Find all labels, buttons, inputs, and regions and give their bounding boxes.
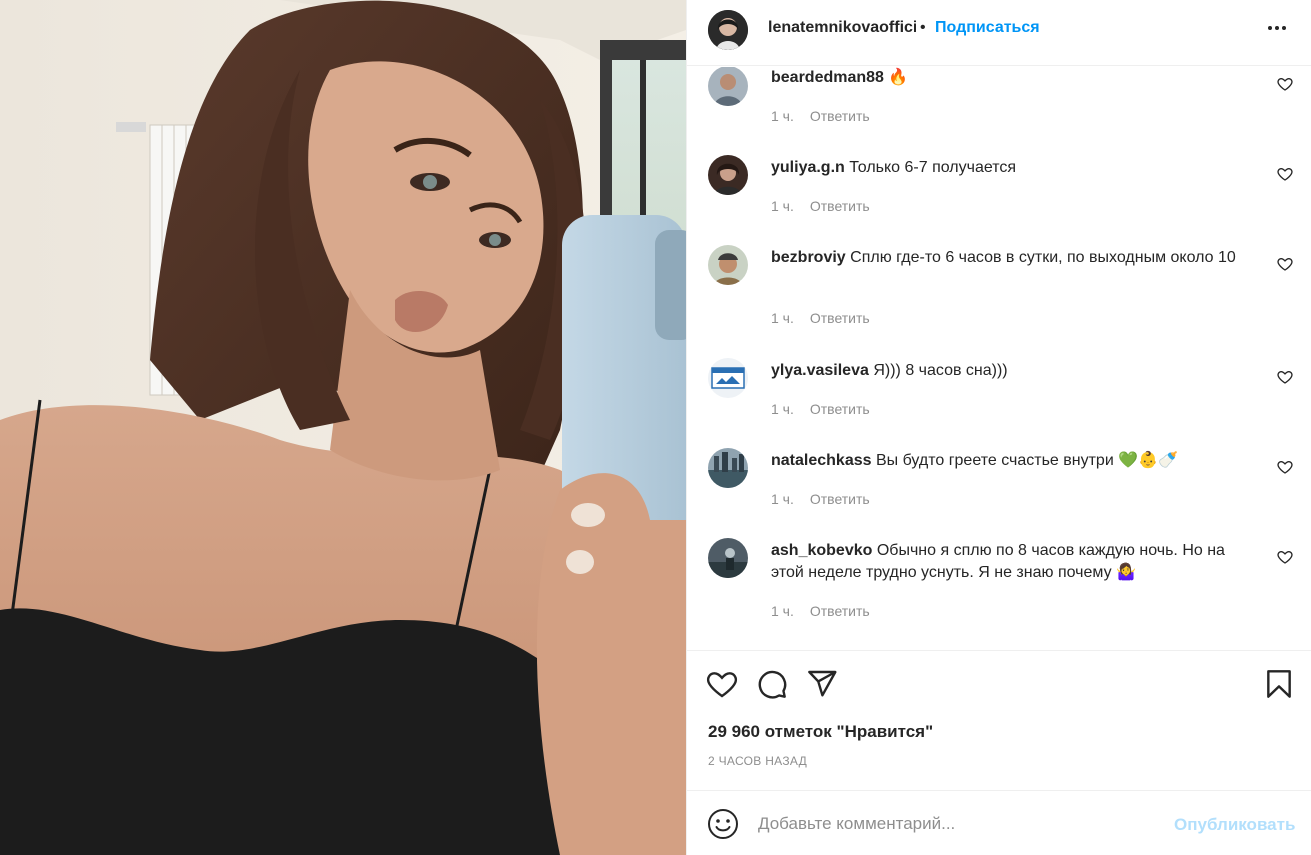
- reply-button[interactable]: Ответить: [810, 310, 870, 326]
- post-actions: 29 960 отметок "Нравится" 2 ЧАСОВ НАЗАД: [687, 650, 1311, 790]
- reply-button[interactable]: Ответить: [810, 198, 870, 214]
- comment-body: Вы будто греете счастье внутри 💚👶🍼: [875, 452, 1178, 469]
- commenter-avatar[interactable]: [708, 538, 748, 578]
- comment-username[interactable]: beardedman88: [771, 69, 884, 86]
- share-icon[interactable]: [806, 668, 838, 700]
- posted-time[interactable]: 2 ЧАСОВ НАЗАД: [708, 754, 807, 768]
- commenter-avatar[interactable]: [708, 448, 748, 488]
- reply-button[interactable]: Ответить: [810, 603, 870, 619]
- comment-like-icon[interactable]: [1277, 256, 1295, 274]
- comment-like-icon[interactable]: [1277, 549, 1295, 567]
- commenter-avatar[interactable]: [708, 155, 748, 195]
- comment-username[interactable]: ylya.vasileva: [771, 362, 869, 379]
- comment-like-icon[interactable]: [1277, 459, 1295, 477]
- comment-text: ylya.vasileva Я))) 8 часов сна))): [771, 360, 1251, 382]
- comment-text: beardedman88 🔥: [771, 67, 1251, 89]
- comment-time[interactable]: 1 ч.: [771, 491, 794, 507]
- comment-input[interactable]: [758, 811, 1158, 837]
- comment-meta: 1 ч. Ответить: [771, 401, 886, 417]
- comment-username[interactable]: bezbroviy: [771, 249, 846, 266]
- comment-username[interactable]: yuliya.g.n: [771, 159, 845, 176]
- reply-button[interactable]: Ответить: [810, 491, 870, 507]
- comment-meta: 1 ч. Ответить: [771, 603, 886, 619]
- post-button[interactable]: Опубликовать: [1174, 815, 1295, 835]
- comment-meta: 1 ч. Ответить: [771, 108, 886, 124]
- comment-time[interactable]: 1 ч.: [771, 198, 794, 214]
- comment-text: yuliya.g.n Только 6-7 получается: [771, 157, 1251, 179]
- more-options-icon[interactable]: [1263, 14, 1291, 42]
- comment-body: Только 6-7 получается: [849, 159, 1017, 176]
- comment-like-icon[interactable]: [1277, 166, 1295, 184]
- author-username[interactable]: lenatemnikovaofficial: [768, 19, 916, 37]
- comment-time[interactable]: 1 ч.: [771, 401, 794, 417]
- reply-button[interactable]: Ответить: [810, 108, 870, 124]
- separator-dot: •: [920, 19, 926, 36]
- comment-time[interactable]: 1 ч.: [771, 603, 794, 619]
- comment-text: natalechkass Вы будто греете счастье вну…: [771, 450, 1251, 472]
- comment-composer: Опубликовать: [687, 790, 1311, 855]
- author-avatar[interactable]: [708, 10, 748, 50]
- heart-icon[interactable]: [706, 668, 738, 700]
- post-header: lenatemnikovaofficial • Подписаться: [687, 0, 1311, 66]
- post-details-panel: lenatemnikovaofficial • Подписаться bear…: [686, 0, 1311, 855]
- comment-username[interactable]: natalechkass: [771, 452, 872, 469]
- comment-meta: 1 ч. Ответить: [771, 491, 886, 507]
- commenter-avatar[interactable]: [708, 67, 748, 106]
- comment-icon[interactable]: [756, 668, 788, 700]
- comment-text: ash_kobevko Обычно я сплю по 8 часов каж…: [771, 540, 1251, 584]
- comment-body: Сплю где-то 6 часов в сутки, по выходным…: [850, 249, 1236, 266]
- comment-body: Я))) 8 часов сна))): [873, 362, 1008, 379]
- comment-text: bezbroviy Сплю где-то 6 часов в сутки, п…: [771, 247, 1251, 269]
- bookmark-icon[interactable]: [1263, 668, 1295, 700]
- reply-button[interactable]: Ответить: [810, 401, 870, 417]
- comment-time[interactable]: 1 ч.: [771, 108, 794, 124]
- comment-username[interactable]: ash_kobevko: [771, 542, 872, 559]
- comments-list[interactable]: beardedman88 🔥 1 ч. Ответить yuliya.g.n Т…: [687, 67, 1311, 650]
- comment-meta: 1 ч. Ответить: [771, 310, 886, 326]
- comment-body: 🔥: [888, 69, 909, 86]
- commenter-avatar[interactable]: [708, 358, 748, 398]
- follow-button[interactable]: Подписаться: [935, 19, 1040, 37]
- likes-count[interactable]: 29 960 отметок "Нравится": [708, 722, 933, 742]
- post-photo[interactable]: [0, 0, 686, 855]
- comment-meta: 1 ч. Ответить: [771, 198, 886, 214]
- comment-time[interactable]: 1 ч.: [771, 310, 794, 326]
- comment-like-icon[interactable]: [1277, 76, 1295, 94]
- commenter-avatar[interactable]: [708, 245, 748, 285]
- comment-like-icon[interactable]: [1277, 369, 1295, 387]
- emoji-icon[interactable]: [707, 808, 739, 840]
